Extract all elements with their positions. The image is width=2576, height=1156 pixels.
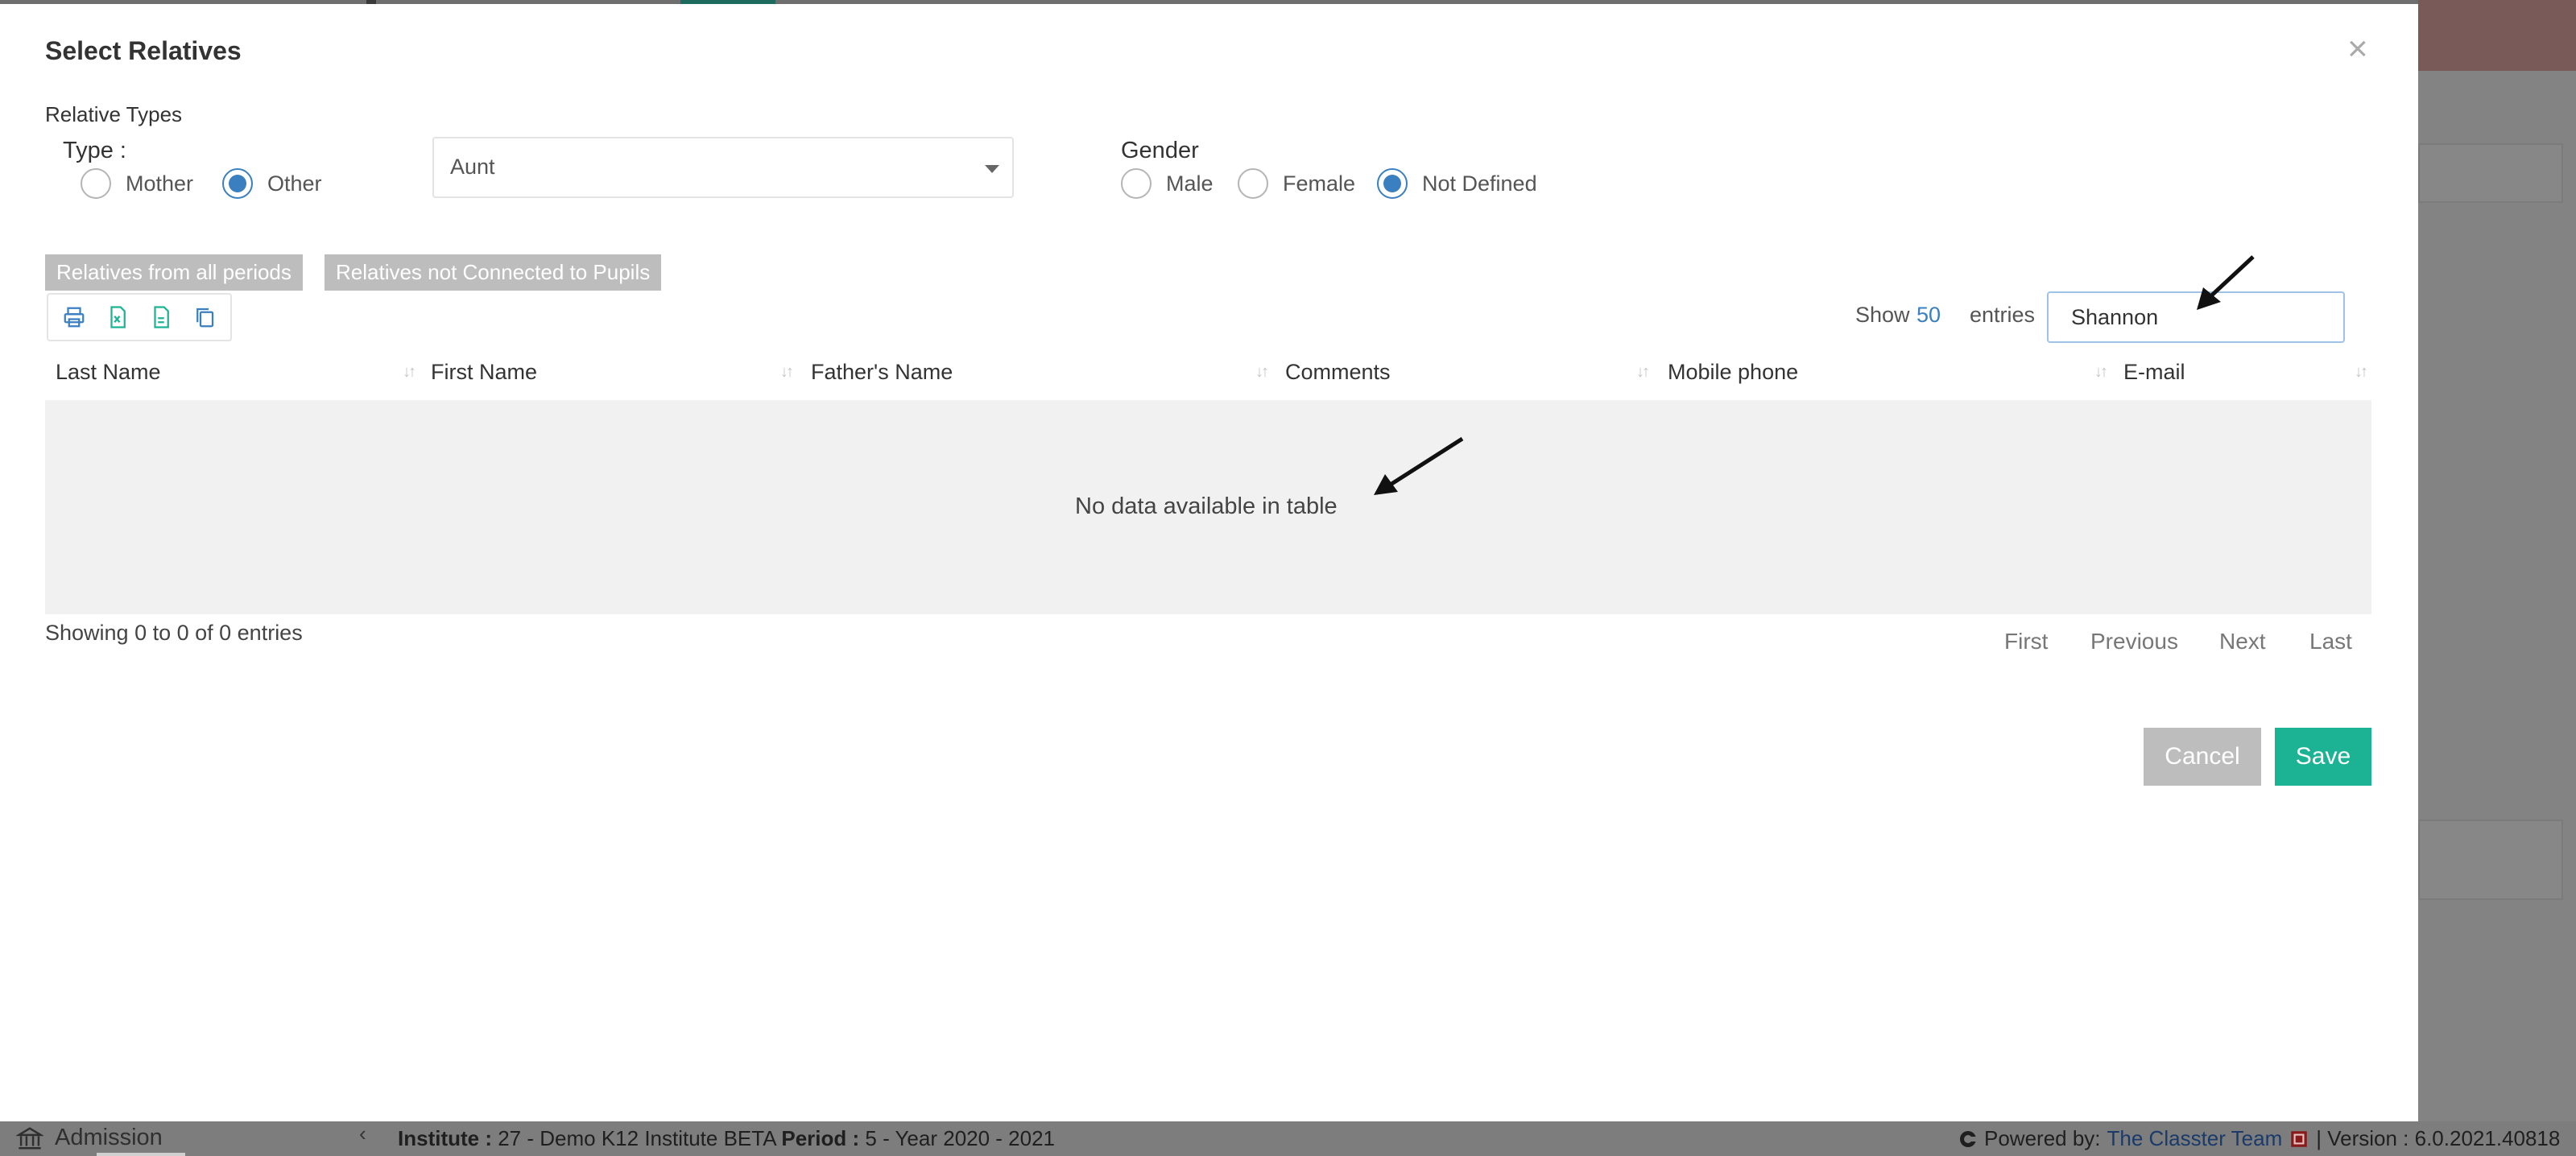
sort-icon: ↓↑ (780, 363, 794, 381)
print-icon[interactable] (60, 303, 89, 332)
backdrop-right-header (2418, 0, 2576, 71)
empty-table-message: No data available in table (1075, 493, 1338, 519)
pagination-last[interactable]: Last (2309, 629, 2352, 654)
export-toolbar (47, 293, 232, 341)
backdrop-right-card (2418, 820, 2563, 900)
classter-team-link[interactable]: The Classter Team (2107, 1126, 2283, 1151)
radio-other-label: Other (267, 171, 322, 196)
table-header: Last Name ↓↑ First Name ↓↑ Father's Name… (45, 352, 2371, 398)
sort-icon: ↓↑ (1636, 363, 1650, 381)
institution-icon (16, 1126, 43, 1149)
backdrop-right-card (2418, 143, 2563, 203)
column-email[interactable]: E-mail (2123, 360, 2185, 385)
radio-female[interactable]: Female (1238, 168, 1355, 199)
version-text: | Version : 6.0.2021.40818 (2316, 1126, 2561, 1150)
radio-male[interactable]: Male (1121, 168, 1214, 199)
cancel-button[interactable]: Cancel (2144, 728, 2261, 786)
relative-types-label: Relative Types (45, 102, 183, 126)
relation-select-value: Aunt (450, 155, 495, 179)
period-value: 5 - Year 2020 - 2021 (859, 1126, 1056, 1150)
column-first-name[interactable]: First Name (431, 360, 537, 385)
status-footer: Admission ‹ Institute : 27 - Demo K12 In… (0, 1121, 2576, 1156)
radio-other-circle[interactable] (222, 168, 253, 199)
table-info: Showing 0 to 0 of 0 entries (45, 621, 303, 645)
column-fathers-name[interactable]: Father's Name (811, 360, 953, 385)
modal-title: Select Relatives (45, 36, 242, 65)
radio-not-defined-circle[interactable] (1377, 168, 1408, 199)
column-comments[interactable]: Comments (1285, 360, 1391, 385)
radio-not-defined[interactable]: Not Defined (1377, 168, 1537, 199)
radio-mother[interactable]: Mother (81, 168, 193, 199)
powered-by-label: Powered by: (1984, 1126, 2101, 1150)
annotation-arrow-icon (2197, 255, 2255, 310)
table-body: No data available in table (45, 400, 2371, 614)
copy-icon[interactable] (190, 303, 219, 332)
period-label: Period : (781, 1126, 860, 1150)
footer-module[interactable]: Admission (16, 1125, 163, 1151)
column-last-name[interactable]: Last Name (56, 360, 161, 385)
length-entries-label: entries (1970, 303, 2036, 327)
gender-label: Gender (1121, 138, 1199, 163)
classter-logo-icon (1960, 1130, 1976, 1147)
radio-female-label: Female (1283, 171, 1356, 196)
radio-female-circle[interactable] (1238, 168, 1268, 199)
footer-credits: Powered by: The Classter Team | Version … (1958, 1126, 2560, 1151)
radio-male-label: Male (1166, 171, 1214, 196)
institute-value: 27 - Demo K12 Institute BETA (492, 1126, 782, 1150)
chevron-down-icon (985, 165, 999, 173)
sort-icon: ↓↑ (403, 363, 416, 381)
select-relatives-modal: Select Relatives × Relative Types Type :… (0, 4, 2418, 1121)
length-show-label: Show (1855, 303, 1910, 327)
flag-icon (2291, 1130, 2307, 1147)
radio-mother-circle[interactable] (81, 168, 111, 199)
type-label: Type : (63, 138, 126, 163)
relatives-not-connected-button[interactable]: Relatives not Connected to Pupils (325, 254, 662, 291)
radio-male-circle[interactable] (1121, 168, 1152, 199)
footer-context: Institute : 27 - Demo K12 Institute BETA… (398, 1126, 1055, 1151)
pagination-first[interactable]: First (2004, 629, 2048, 654)
annotation-arrow-icon (1374, 436, 1464, 495)
sort-icon: ↓↑ (2355, 363, 2368, 381)
column-mobile-phone[interactable]: Mobile phone (1668, 360, 1798, 385)
institute-label: Institute : (398, 1126, 492, 1150)
excel-icon[interactable] (103, 303, 132, 332)
length-select[interactable]: 50 (1916, 303, 1941, 328)
pagination-next[interactable]: Next (2219, 629, 2266, 654)
footer-active-indicator (97, 1153, 185, 1156)
relatives-all-periods-button[interactable]: Relatives from all periods (45, 254, 303, 291)
radio-not-defined-label: Not Defined (1422, 171, 1537, 196)
sort-icon: ↓↑ (1255, 363, 1269, 381)
save-button[interactable]: Save (2275, 728, 2371, 786)
csv-icon[interactable] (147, 303, 176, 332)
footer-module-label: Admission (55, 1125, 163, 1150)
radio-other[interactable]: Other (222, 168, 322, 199)
radio-mother-label: Mother (126, 171, 194, 196)
relation-select[interactable]: Aunt (432, 137, 1014, 198)
close-icon[interactable]: × (2347, 31, 2368, 67)
pagination-previous[interactable]: Previous (2090, 629, 2178, 654)
chevron-left-icon[interactable]: ‹ (359, 1121, 366, 1146)
sort-icon: ↓↑ (2094, 363, 2108, 381)
